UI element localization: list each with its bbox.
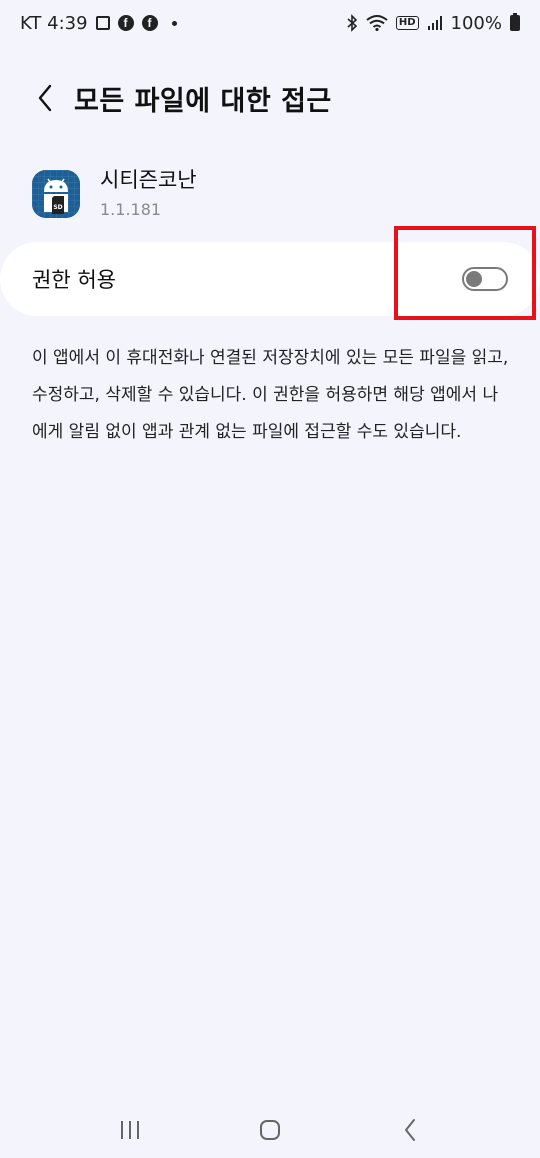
permission-description: 이 앱에서 이 휴대전화나 연결된 저장장치에 있는 모든 파일을 읽고, 수정… [32,348,509,442]
signal-icon [427,15,443,31]
navigation-bar [0,1102,540,1158]
wifi-icon [366,15,388,31]
bluetooth-icon [346,14,358,32]
app-version: 1.1.181 [100,200,162,219]
home-button[interactable] [250,1110,290,1150]
battery-percent: 100% [450,12,502,34]
facebook-notification-icon: f [141,15,158,31]
app-name: 시티즌코난 [100,168,197,192]
page-title: 모든 파일에 대한 접근 [74,85,332,117]
status-left: KT 4:39 f f [20,13,177,34]
hd-voice-badge: HD [395,16,419,30]
battery-icon [510,13,520,31]
status-bar: KT 4:39 f f HD 100% [0,0,540,46]
app-info: SD 시티즌코난 1.1.181 [32,168,197,219]
page-header: 모든 파일에 대한 접근 [30,78,332,118]
gallery-notification-icon [95,16,110,30]
facebook-notification-icon: f [117,15,134,31]
app-text: 시티즌코난 1.1.181 [100,168,197,219]
status-right: HD 100% [346,13,520,34]
permission-label: 권한 허용 [32,268,116,292]
app-icon: SD [32,169,80,218]
home-icon [260,1120,280,1140]
sd-label: SD [53,204,62,211]
carrier-time: KT 4:39 [20,12,88,34]
highlight-annotation-box [394,226,536,320]
back-button[interactable] [30,78,60,118]
back-nav-button[interactable] [390,1110,430,1150]
recent-apps-button[interactable] [110,1110,150,1150]
recent-apps-icon [121,1121,139,1139]
android-sd-icon: SD [32,169,80,218]
back-icon [405,1119,415,1141]
more-notifications-dot-icon [171,20,177,26]
chevron-left-icon [38,84,52,112]
